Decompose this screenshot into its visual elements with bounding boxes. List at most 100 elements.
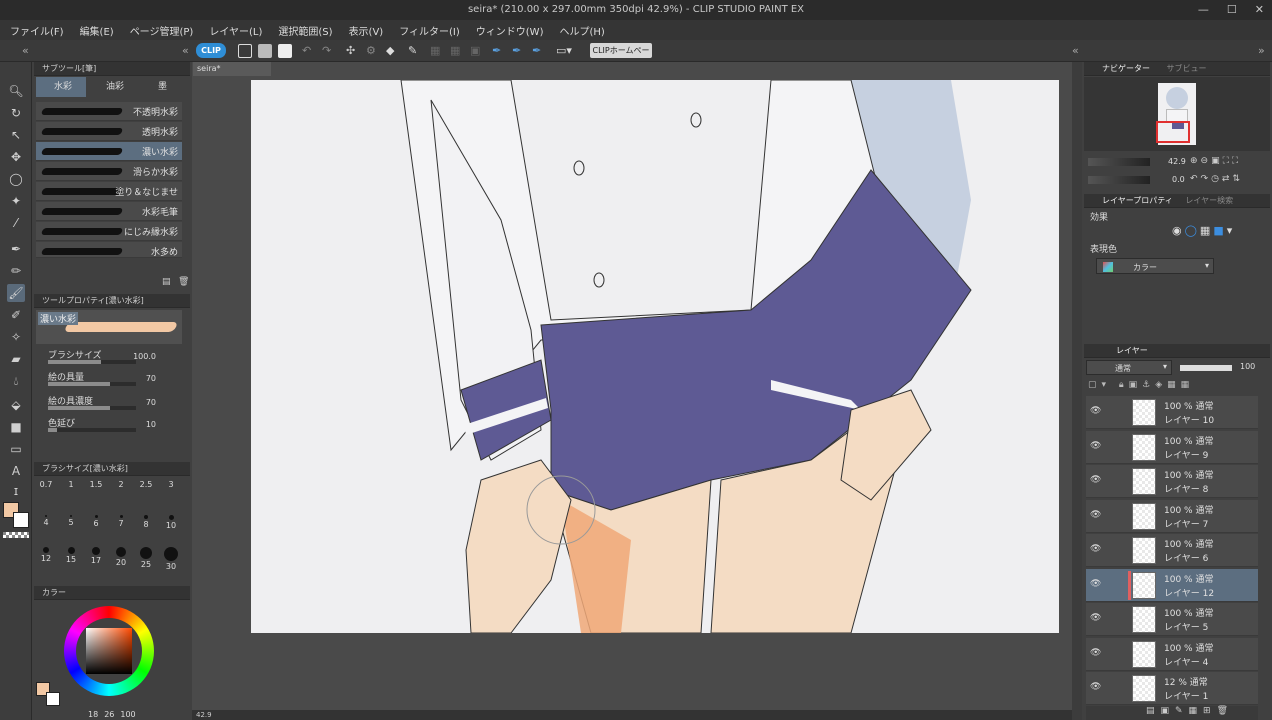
- fill-icon[interactable]: ◆: [386, 44, 400, 58]
- prop-paint-amount[interactable]: 絵の具量 70: [36, 368, 182, 390]
- brush-size-cell[interactable]: 5: [59, 512, 83, 534]
- deselect-icon[interactable]: ✎: [408, 44, 422, 58]
- pen-blue2-icon[interactable]: ✒: [512, 44, 526, 58]
- eye-icon[interactable]: 👁︎: [1090, 406, 1102, 418]
- zoom-tool-icon[interactable]: 🔍︎: [7, 82, 25, 100]
- angle-slider[interactable]: [1088, 176, 1150, 184]
- prop-color-stretch[interactable]: 色延び 10: [36, 414, 182, 436]
- brush-item[interactable]: 塗り＆なじませ: [36, 182, 182, 201]
- save-icon[interactable]: [278, 44, 292, 58]
- text-tool-icon[interactable]: A: [7, 462, 25, 480]
- magic-wand-icon[interactable]: ✦: [7, 192, 25, 210]
- tab-oil[interactable]: 油彩: [88, 77, 136, 97]
- brush-size-cell[interactable]: 8: [134, 512, 158, 534]
- brush-item-selected[interactable]: 濃い水彩: [36, 142, 182, 161]
- color-wheel[interactable]: [64, 606, 154, 696]
- menu-page[interactable]: ページ管理(P): [130, 23, 194, 38]
- eyedropper-icon[interactable]: ⁄: [7, 214, 25, 232]
- eye-icon[interactable]: 👁︎: [1090, 579, 1102, 591]
- minimize-icon[interactable]: —: [1198, 3, 1209, 16]
- brush-size-cell[interactable]: 15: [59, 544, 83, 566]
- redo-icon[interactable]: ↷: [322, 44, 336, 58]
- brush-size-cell[interactable]: 12: [34, 544, 58, 566]
- balloon-icon[interactable]: ɪ: [7, 482, 25, 500]
- brush-item[interactable]: にじみ縁水彩: [36, 222, 182, 241]
- nav-rotate-buttons[interactable]: ↶↷◷⇄⇅: [1190, 174, 1243, 184]
- layer-row[interactable]: 👁︎ 100 % 通常 レイヤー 6: [1086, 534, 1258, 567]
- brush-size-cell[interactable]: 3: [159, 480, 183, 502]
- eye-icon[interactable]: 👁︎: [1090, 510, 1102, 522]
- tab-layer-property[interactable]: レイヤープロパティ: [1102, 196, 1173, 205]
- settings-icon[interactable]: ⚙: [366, 44, 380, 58]
- figure-icon[interactable]: ▭: [7, 440, 25, 458]
- tab-ink[interactable]: 墨: [140, 77, 186, 97]
- tab-subview[interactable]: サブビュー: [1167, 64, 1207, 73]
- open-icon[interactable]: [258, 44, 272, 58]
- eye-icon[interactable]: 👁︎: [1090, 613, 1102, 625]
- collapse-right-icon[interactable]: «: [1072, 44, 1079, 57]
- tab-navigator[interactable]: ナビゲーター: [1102, 64, 1150, 73]
- layer-tool-buttons[interactable]: ▢▾ 🔒︎▣⚓︎◈▦▦: [1088, 380, 1194, 390]
- eye-icon[interactable]: 👁︎: [1090, 648, 1102, 660]
- layer-row[interactable]: 👁︎ 100 % 通常 レイヤー 5: [1086, 603, 1258, 636]
- decoration-icon[interactable]: ✧: [7, 328, 25, 346]
- rotate-tool-icon[interactable]: ↻: [7, 104, 25, 122]
- transparent-swatch[interactable]: [3, 532, 29, 538]
- eye-icon[interactable]: 👁︎: [1090, 441, 1102, 453]
- effect-buttons[interactable]: ◉◯▦■▾: [1172, 224, 1235, 237]
- prop-brush-size[interactable]: ブラシサイズ 100.0: [36, 346, 182, 368]
- opacity-slider[interactable]: [1180, 365, 1232, 371]
- layer-row[interactable]: 👁︎ 100 % 通常 レイヤー 12: [1086, 568, 1258, 602]
- brush-item[interactable]: 透明水彩: [36, 122, 182, 141]
- zoom-slider[interactable]: [1088, 158, 1150, 166]
- brush-size-cell[interactable]: 2: [109, 480, 133, 502]
- new-subtool-icon[interactable]: ▤: [162, 277, 171, 287]
- brush-size-cell[interactable]: 7: [109, 512, 133, 534]
- tab-layer[interactable]: レイヤー: [1116, 346, 1148, 355]
- maximize-icon[interactable]: ☐: [1227, 3, 1237, 16]
- menu-help[interactable]: ヘルプ(H): [559, 23, 604, 38]
- layer-row[interactable]: 👁︎ 100 % 通常 レイヤー 9: [1086, 430, 1258, 464]
- brush-tool-icon[interactable]: 🖌︎: [7, 284, 25, 302]
- undo-icon[interactable]: ↶: [302, 44, 316, 58]
- menu-view[interactable]: 表示(V): [349, 23, 384, 38]
- brush-size-cell[interactable]: 25: [134, 544, 158, 569]
- layer-row[interactable]: 👁︎ 100 % 通常 レイヤー 10: [1086, 396, 1258, 429]
- menu-file[interactable]: ファイル(F): [10, 23, 64, 38]
- close-icon[interactable]: ✕: [1255, 3, 1264, 16]
- brush-size-cell[interactable]: 4: [34, 512, 58, 534]
- expression-color-select[interactable]: カラー ▾: [1096, 258, 1214, 274]
- brush-size-cell[interactable]: 6: [84, 512, 108, 534]
- brush-item[interactable]: 滑らか水彩: [36, 162, 182, 181]
- color-square[interactable]: [86, 628, 132, 674]
- navigator-viewbox[interactable]: [1156, 121, 1190, 143]
- menu-window[interactable]: ウィンドウ(W): [476, 23, 544, 38]
- move-tool-icon[interactable]: ✥: [7, 148, 25, 166]
- eraser-icon[interactable]: ▰: [7, 350, 25, 368]
- new-icon[interactable]: [238, 44, 252, 58]
- layer-row[interactable]: 👁︎ 100 % 通常 レイヤー 8: [1086, 465, 1258, 498]
- airbrush-icon[interactable]: ✐: [7, 306, 25, 324]
- menu-layer[interactable]: レイヤー(L): [209, 23, 262, 38]
- brush-size-cell[interactable]: 1.5: [84, 480, 108, 502]
- blend-mode-select[interactable]: 通常 ▾: [1086, 360, 1172, 375]
- brush-size-cell[interactable]: 17: [84, 544, 108, 566]
- brush-size-cell[interactable]: 10: [159, 512, 183, 534]
- delete-subtool-icon[interactable]: 🗑︎: [178, 277, 189, 287]
- fill-tool-icon[interactable]: ⬙: [7, 396, 25, 414]
- navigator-preview[interactable]: [1084, 77, 1270, 151]
- drawing-canvas[interactable]: [251, 80, 1059, 633]
- menu-filter[interactable]: フィルター(I): [399, 23, 460, 38]
- eye-icon[interactable]: 👁︎: [1090, 682, 1102, 694]
- brush-size-cell[interactable]: 30: [159, 544, 183, 571]
- tab-layer-search[interactable]: レイヤー検索: [1185, 196, 1233, 205]
- brush-size-cell[interactable]: 0.7: [34, 480, 58, 502]
- layer-row[interactable]: 👁︎ 12 % 通常 レイヤー 1: [1086, 672, 1258, 705]
- transform-icon[interactable]: ✣: [346, 44, 360, 58]
- brush-size-cell[interactable]: 1: [59, 480, 83, 502]
- lasso-tool-icon[interactable]: ◯: [7, 170, 25, 188]
- sub-color-swatch[interactable]: [13, 512, 29, 528]
- pen-blue3-icon[interactable]: ✒: [532, 44, 546, 58]
- brush-size-cell[interactable]: 20: [109, 544, 133, 567]
- invert-icon[interactable]: ▦: [450, 44, 464, 58]
